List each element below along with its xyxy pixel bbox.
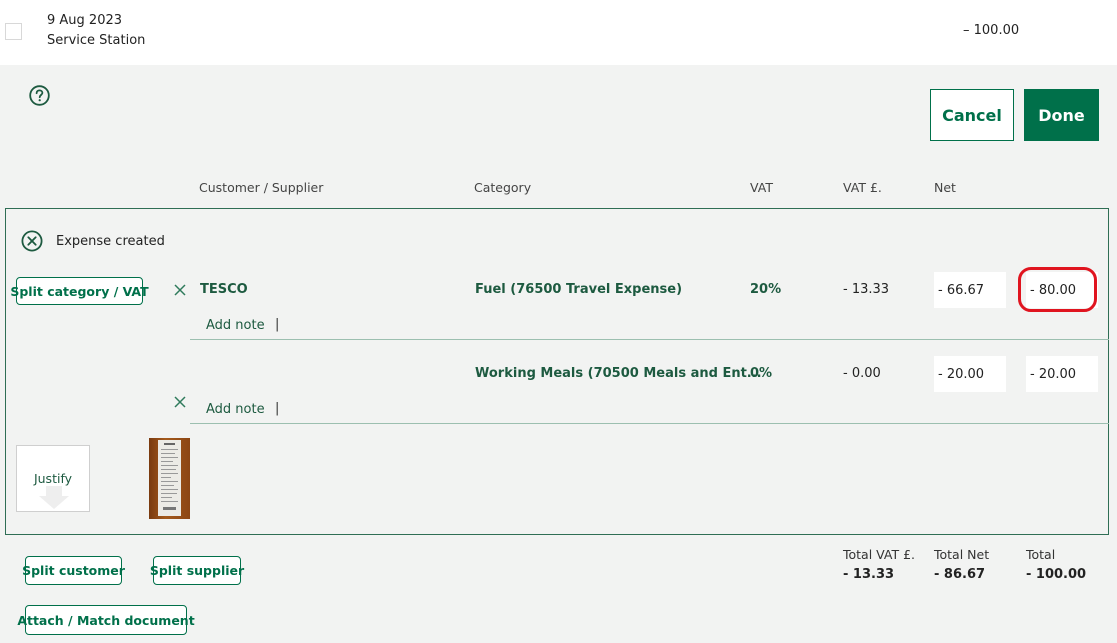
split-category-vat-button[interactable]: Split category / VAT: [10, 277, 149, 305]
line-divider: [190, 339, 1109, 340]
total-net-label: Total Net: [934, 547, 990, 562]
help-icon[interactable]: [29, 85, 50, 106]
remove-line-icon[interactable]: [173, 283, 187, 297]
status-cancel-icon[interactable]: [21, 230, 43, 252]
row-checkbox[interactable]: [5, 23, 22, 40]
column-header-vat-amount: VAT £.: [843, 180, 882, 195]
column-header-customer-supplier: Customer / Supplier: [199, 180, 324, 195]
line-category[interactable]: Working Meals (70500 Meals and Ent...: [475, 366, 762, 381]
total-net-value: - 86.67: [934, 567, 986, 582]
column-header-net: Net: [934, 180, 956, 195]
remove-line-icon[interactable]: [173, 395, 187, 409]
total-label: Total: [1026, 547, 1056, 562]
attach-match-document-button[interactable]: Attach / Match document: [17, 605, 195, 635]
add-note-link[interactable]: Add note: [206, 318, 265, 333]
line-category[interactable]: Fuel (76500 Travel Expense): [475, 282, 682, 297]
done-button[interactable]: Done: [1024, 89, 1099, 141]
justify-label: Justify: [33, 471, 73, 486]
line-vat-rate[interactable]: 0%: [750, 366, 772, 381]
column-header-vat: VAT: [750, 180, 773, 195]
split-customer-button[interactable]: Split customer: [22, 556, 125, 585]
line-vat-rate[interactable]: 20%: [750, 282, 781, 297]
transaction-merchant: Service Station: [47, 33, 146, 48]
split-supplier-button[interactable]: Split supplier: [150, 556, 244, 585]
transaction-amount: – 100.00: [963, 23, 1020, 38]
justify-button[interactable]: Justify: [16, 445, 90, 512]
transaction-row[interactable]: [0, 0, 1117, 65]
total-value: - 100.00: [1026, 567, 1087, 582]
note-cursor: |: [275, 317, 280, 332]
line-net-input[interactable]: - 66.67: [934, 272, 1006, 308]
line-vat-amount: - 13.33: [843, 282, 890, 297]
line-net-input[interactable]: - 20.00: [934, 356, 1006, 392]
add-note-link[interactable]: Add note: [206, 402, 265, 417]
cancel-button[interactable]: Cancel: [930, 89, 1014, 141]
total-vat-label: Total VAT £.: [843, 547, 916, 562]
line-vat-amount: - 0.00: [843, 366, 881, 381]
status-text: Expense created: [56, 234, 165, 249]
highlight-annotation: [1018, 267, 1097, 312]
line-total-input[interactable]: - 20.00: [1026, 356, 1098, 392]
transaction-date: 9 Aug 2023: [47, 13, 123, 28]
receipt-thumbnail[interactable]: [149, 438, 190, 519]
line-divider: [190, 423, 1109, 424]
line-supplier[interactable]: TESCO: [200, 282, 248, 297]
column-header-category: Category: [474, 180, 532, 195]
total-vat-value: - 13.33: [843, 567, 895, 582]
note-cursor: |: [275, 401, 280, 416]
